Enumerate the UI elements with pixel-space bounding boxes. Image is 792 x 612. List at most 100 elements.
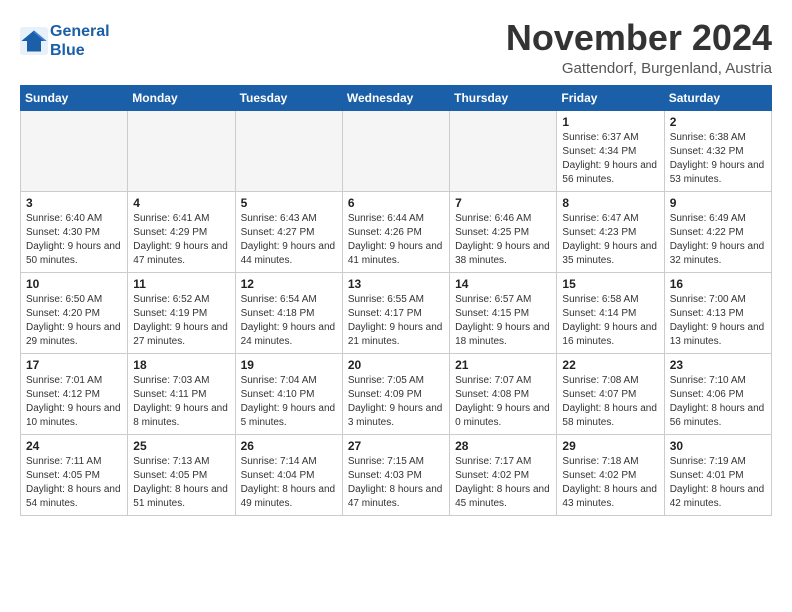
day-number: 12 <box>241 277 337 291</box>
day-info: Sunrise: 6:54 AM Sunset: 4:18 PM Dayligh… <box>241 293 337 349</box>
day-number: 25 <box>133 439 229 453</box>
day-number: 8 <box>562 196 658 210</box>
title-block: November 2024 Gattendorf, Burgenland, Au… <box>506 18 772 77</box>
day-info: Sunrise: 7:03 AM Sunset: 4:11 PM Dayligh… <box>133 374 229 430</box>
day-number: 19 <box>241 358 337 372</box>
day-info: Sunrise: 6:50 AM Sunset: 4:20 PM Dayligh… <box>26 293 122 349</box>
day-number: 26 <box>241 439 337 453</box>
calendar-cell <box>450 110 557 191</box>
calendar-cell: 29 Sunrise: 7:18 AM Sunset: 4:02 PM Dayli… <box>557 434 664 515</box>
day-number: 13 <box>348 277 444 291</box>
month-title: November 2024 <box>506 18 772 58</box>
day-info: Sunrise: 7:18 AM Sunset: 4:02 PM Dayligh… <box>562 455 658 511</box>
calendar-cell: 27 Sunrise: 7:15 AM Sunset: 4:03 PM Dayli… <box>342 434 449 515</box>
calendar-cell: 2 Sunrise: 6:38 AM Sunset: 4:32 PM Daylig… <box>664 110 771 191</box>
day-info: Sunrise: 6:46 AM Sunset: 4:25 PM Dayligh… <box>455 212 551 268</box>
calendar-week-4: 17 Sunrise: 7:01 AM Sunset: 4:12 PM Dayli… <box>21 353 772 434</box>
calendar-cell: 16 Sunrise: 7:00 AM Sunset: 4:13 PM Dayli… <box>664 272 771 353</box>
day-number: 20 <box>348 358 444 372</box>
calendar-cell: 19Sunrise: 7:04 AM Sunset: 4:10 PM Dayli… <box>235 353 342 434</box>
day-number: 10 <box>26 277 122 291</box>
calendar-cell <box>342 110 449 191</box>
day-info: Sunrise: 7:19 AM Sunset: 4:01 PM Dayligh… <box>670 455 766 511</box>
calendar-cell: 3Sunrise: 6:40 AM Sunset: 4:30 PM Daylig… <box>21 191 128 272</box>
calendar-header-row: SundayMondayTuesdayWednesdayThursdayFrid… <box>21 85 772 110</box>
calendar-cell: 1 Sunrise: 6:37 AM Sunset: 4:34 PM Daylig… <box>557 110 664 191</box>
day-number: 28 <box>455 439 551 453</box>
day-info: Sunrise: 7:11 AM Sunset: 4:05 PM Dayligh… <box>26 455 122 511</box>
day-info: Sunrise: 7:01 AM Sunset: 4:12 PM Dayligh… <box>26 374 122 430</box>
calendar-cell <box>235 110 342 191</box>
day-number: 7 <box>455 196 551 210</box>
weekday-header-monday: Monday <box>128 85 235 110</box>
calendar-cell: 28 Sunrise: 7:17 AM Sunset: 4:02 PM Dayli… <box>450 434 557 515</box>
day-number: 2 <box>670 115 766 129</box>
day-info: Sunrise: 6:37 AM Sunset: 4:34 PM Dayligh… <box>562 131 658 187</box>
day-number: 14 <box>455 277 551 291</box>
calendar-cell: 9Sunrise: 6:49 AM Sunset: 4:22 PM Daylig… <box>664 191 771 272</box>
day-info: Sunrise: 6:38 AM Sunset: 4:32 PM Dayligh… <box>670 131 766 187</box>
day-info: Sunrise: 7:15 AM Sunset: 4:03 PM Dayligh… <box>348 455 444 511</box>
calendar-cell: 6 Sunrise: 6:44 AM Sunset: 4:26 PM Daylig… <box>342 191 449 272</box>
weekday-header-friday: Friday <box>557 85 664 110</box>
day-info: Sunrise: 7:07 AM Sunset: 4:08 PM Dayligh… <box>455 374 551 430</box>
page-container: General Blue November 2024 Gattendorf, B… <box>0 0 792 526</box>
day-number: 17 <box>26 358 122 372</box>
day-info: Sunrise: 6:49 AM Sunset: 4:22 PM Dayligh… <box>670 212 766 268</box>
subtitle: Gattendorf, Burgenland, Austria <box>506 60 772 77</box>
day-number: 21 <box>455 358 551 372</box>
day-number: 1 <box>562 115 658 129</box>
day-info: Sunrise: 7:05 AM Sunset: 4:09 PM Dayligh… <box>348 374 444 430</box>
day-info: Sunrise: 7:10 AM Sunset: 4:06 PM Dayligh… <box>670 374 766 430</box>
day-number: 16 <box>670 277 766 291</box>
weekday-header-thursday: Thursday <box>450 85 557 110</box>
weekday-header-wednesday: Wednesday <box>342 85 449 110</box>
day-info: Sunrise: 7:17 AM Sunset: 4:02 PM Dayligh… <box>455 455 551 511</box>
day-number: 23 <box>670 358 766 372</box>
calendar-week-3: 10 Sunrise: 6:50 AM Sunset: 4:20 PM Dayli… <box>21 272 772 353</box>
weekday-header-sunday: Sunday <box>21 85 128 110</box>
calendar-cell: 26 Sunrise: 7:14 AM Sunset: 4:04 PM Dayli… <box>235 434 342 515</box>
day-info: Sunrise: 7:14 AM Sunset: 4:04 PM Dayligh… <box>241 455 337 511</box>
day-number: 4 <box>133 196 229 210</box>
day-number: 29 <box>562 439 658 453</box>
calendar-cell: 14Sunrise: 6:57 AM Sunset: 4:15 PM Dayli… <box>450 272 557 353</box>
day-info: Sunrise: 6:44 AM Sunset: 4:26 PM Dayligh… <box>348 212 444 268</box>
weekday-header-tuesday: Tuesday <box>235 85 342 110</box>
calendar-cell: 30Sunrise: 7:19 AM Sunset: 4:01 PM Dayli… <box>664 434 771 515</box>
calendar-cell: 11Sunrise: 6:52 AM Sunset: 4:19 PM Dayli… <box>128 272 235 353</box>
calendar-cell: 12 Sunrise: 6:54 AM Sunset: 4:18 PM Dayli… <box>235 272 342 353</box>
day-info: Sunrise: 6:47 AM Sunset: 4:23 PM Dayligh… <box>562 212 658 268</box>
day-number: 18 <box>133 358 229 372</box>
day-number: 27 <box>348 439 444 453</box>
calendar-cell: 15 Sunrise: 6:58 AM Sunset: 4:14 PM Dayli… <box>557 272 664 353</box>
calendar-cell: 18 Sunrise: 7:03 AM Sunset: 4:11 PM Dayli… <box>128 353 235 434</box>
day-number: 24 <box>26 439 122 453</box>
day-info: Sunrise: 6:52 AM Sunset: 4:19 PM Dayligh… <box>133 293 229 349</box>
calendar-cell: 4Sunrise: 6:41 AM Sunset: 4:29 PM Daylig… <box>128 191 235 272</box>
day-info: Sunrise: 7:08 AM Sunset: 4:07 PM Dayligh… <box>562 374 658 430</box>
calendar-cell: 5Sunrise: 6:43 AM Sunset: 4:27 PM Daylig… <box>235 191 342 272</box>
day-number: 15 <box>562 277 658 291</box>
day-info: Sunrise: 7:13 AM Sunset: 4:05 PM Dayligh… <box>133 455 229 511</box>
calendar-week-5: 24 Sunrise: 7:11 AM Sunset: 4:05 PM Dayli… <box>21 434 772 515</box>
calendar-cell: 8 Sunrise: 6:47 AM Sunset: 4:23 PM Daylig… <box>557 191 664 272</box>
calendar-cell: 22 Sunrise: 7:08 AM Sunset: 4:07 PM Dayli… <box>557 353 664 434</box>
day-number: 3 <box>26 196 122 210</box>
calendar-table: SundayMondayTuesdayWednesdayThursdayFrid… <box>20 85 772 516</box>
header: General Blue November 2024 Gattendorf, B… <box>20 18 772 77</box>
logo-text: General Blue <box>50 22 110 60</box>
calendar-week-1: 1 Sunrise: 6:37 AM Sunset: 4:34 PM Daylig… <box>21 110 772 191</box>
day-info: Sunrise: 6:58 AM Sunset: 4:14 PM Dayligh… <box>562 293 658 349</box>
calendar-cell <box>21 110 128 191</box>
calendar-cell: 21 Sunrise: 7:07 AM Sunset: 4:08 PM Dayli… <box>450 353 557 434</box>
calendar-cell: 25 Sunrise: 7:13 AM Sunset: 4:05 PM Dayli… <box>128 434 235 515</box>
day-info: Sunrise: 7:00 AM Sunset: 4:13 PM Dayligh… <box>670 293 766 349</box>
calendar-cell <box>128 110 235 191</box>
day-number: 5 <box>241 196 337 210</box>
calendar-cell: 23 Sunrise: 7:10 AM Sunset: 4:06 PM Dayli… <box>664 353 771 434</box>
calendar-cell: 20 Sunrise: 7:05 AM Sunset: 4:09 PM Dayli… <box>342 353 449 434</box>
day-number: 22 <box>562 358 658 372</box>
day-number: 6 <box>348 196 444 210</box>
calendar-week-2: 3Sunrise: 6:40 AM Sunset: 4:30 PM Daylig… <box>21 191 772 272</box>
